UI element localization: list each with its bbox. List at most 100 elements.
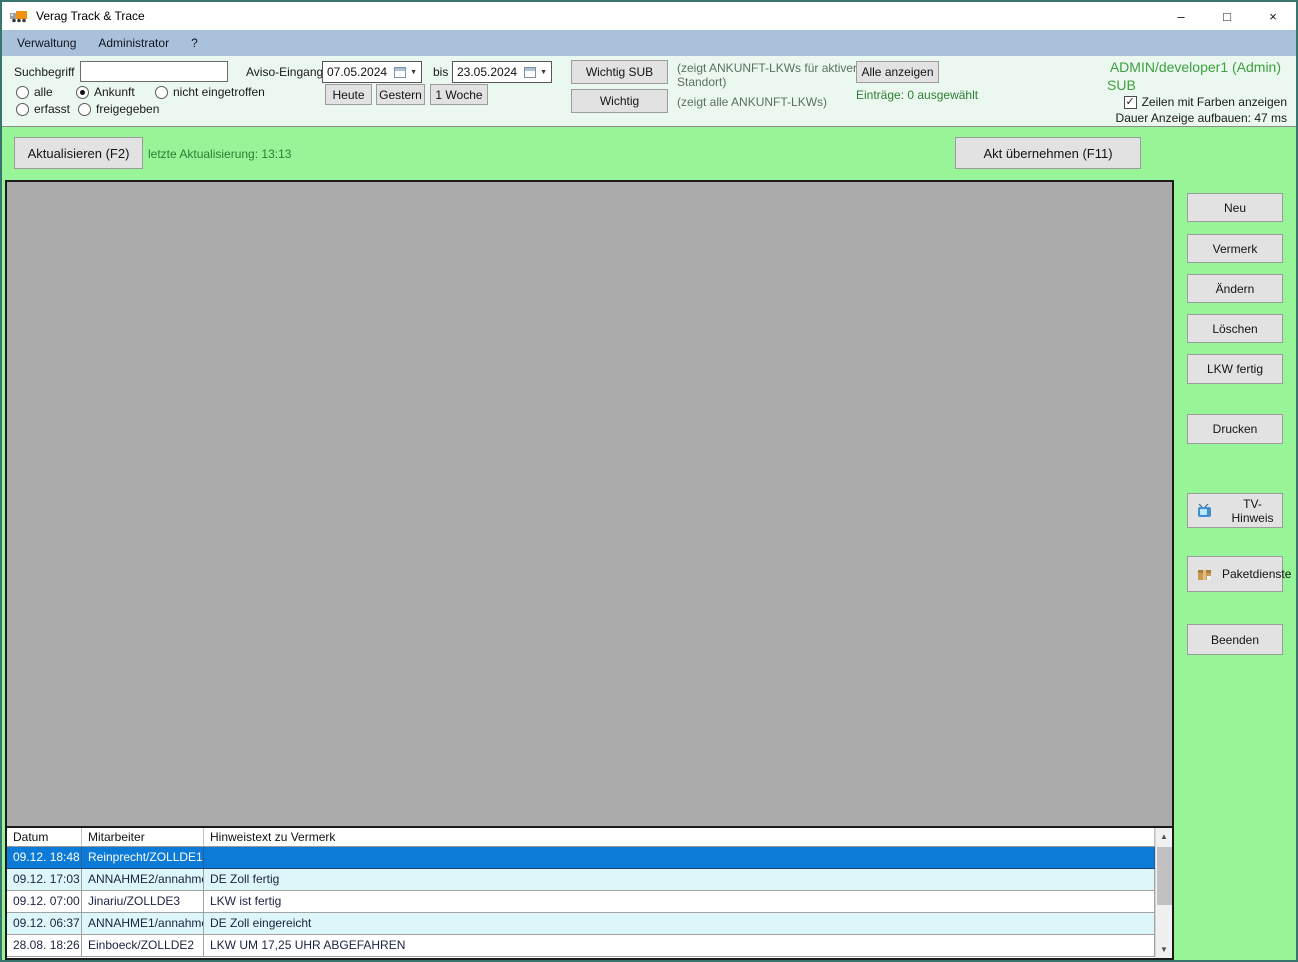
vermerk-table: Datum Mitarbeiter Hinweistext zu Vermerk… bbox=[7, 826, 1172, 958]
date-to-picker[interactable]: 23.05.2024 ▼ bbox=[452, 61, 552, 83]
window-title: Verag Track & Trace bbox=[36, 9, 145, 23]
bis-label: bis bbox=[433, 65, 449, 79]
tv-hinweis-button[interactable]: TV-Hinweis bbox=[1187, 493, 1283, 528]
menu-administrator[interactable]: Administrator bbox=[87, 32, 180, 54]
search-label: Suchbegriff bbox=[14, 65, 75, 79]
cell-mitarbeiter: ANNAHME1/annahme1 bbox=[82, 913, 204, 934]
cell-hinweis bbox=[204, 847, 1155, 868]
cell-datum: 09.12. 06:37 bbox=[7, 913, 82, 934]
cell-datum: 09.12. 18:48 bbox=[7, 847, 82, 868]
tv-hinweis-label: TV-Hinweis bbox=[1231, 496, 1274, 525]
lkw-list-area[interactable] bbox=[7, 182, 1172, 826]
beenden-button[interactable]: Beenden bbox=[1187, 624, 1283, 655]
cell-hinweis: DE Zoll fertig bbox=[204, 869, 1155, 890]
radio-circle[interactable] bbox=[16, 102, 29, 116]
date-to-value: 23.05.2024 bbox=[457, 65, 518, 79]
neu-button[interactable]: Neu bbox=[1187, 193, 1283, 222]
aktualisieren-button[interactable]: Aktualisieren (F2) bbox=[14, 137, 143, 169]
scrollbar-thumb[interactable] bbox=[1157, 847, 1172, 905]
lkw-fertig-button[interactable]: LKW fertig bbox=[1187, 354, 1283, 384]
table-row[interactable]: 09.12. 17:03 ANNAHME2/annahme2 DE Zoll fer… bbox=[7, 869, 1155, 891]
cell-mitarbeiter: Jinariu/ZOLLDE3 bbox=[82, 891, 204, 912]
aviso-label: Aviso-Eingang bbox=[246, 65, 324, 79]
cell-hinweis: LKW ist fertig bbox=[204, 891, 1155, 912]
radio-ankunft[interactable]: Ankunft bbox=[76, 85, 135, 99]
menu-verwaltung[interactable]: Verwaltung bbox=[6, 32, 87, 54]
cell-datum: 28.08. 18:26 bbox=[7, 935, 82, 956]
workspace: Datum Mitarbeiter Hinweistext zu Vermerk… bbox=[5, 180, 1174, 960]
alle-anzeigen-button[interactable]: Alle anzeigen bbox=[856, 61, 939, 83]
heute-button[interactable]: Heute bbox=[325, 84, 372, 105]
cell-datum: 09.12. 07:00 bbox=[7, 891, 82, 912]
package-icon bbox=[1197, 567, 1212, 581]
titlebar: Verag Track & Trace – □ × bbox=[2, 2, 1296, 30]
vermerk-button[interactable]: Vermerk bbox=[1187, 234, 1283, 263]
farben-checkbox-label: Zeilen mit Farben anzeigen bbox=[1141, 95, 1287, 109]
search-input[interactable] bbox=[80, 61, 228, 82]
radio-label: erfasst bbox=[34, 102, 71, 116]
scroll-down-icon[interactable]: ▼ bbox=[1156, 941, 1173, 958]
table-row[interactable]: 28.08. 18:26 Einboeck/ZOLLDE2 LKW UM 17,25… bbox=[7, 935, 1155, 957]
window-controls: – □ × bbox=[1158, 2, 1296, 30]
column-header-mitarbeiter[interactable]: Mitarbeiter bbox=[82, 828, 204, 846]
calendar-icon bbox=[394, 66, 407, 78]
column-header-hinweistext[interactable]: Hinweistext zu Vermerk bbox=[204, 828, 1155, 846]
filter-panel: Suchbegriff alle Ankunft nicht eingetrof… bbox=[2, 56, 1296, 126]
user-info-line2: SUB bbox=[1107, 77, 1136, 93]
action-bar: Aktualisieren (F2) letzte Aktualisierung… bbox=[2, 126, 1296, 180]
table-header: Datum Mitarbeiter Hinweistext zu Vermerk bbox=[7, 828, 1155, 847]
chevron-down-icon[interactable]: ▼ bbox=[540, 69, 547, 76]
close-button[interactable]: × bbox=[1250, 2, 1296, 30]
table-row[interactable]: 09.12. 06:37 ANNAHME1/annahme1 DE Zoll ein… bbox=[7, 913, 1155, 935]
cell-mitarbeiter: Einboeck/ZOLLDE2 bbox=[82, 935, 204, 956]
cell-hinweis: LKW UM 17,25 UHR ABGEFAHREN bbox=[204, 935, 1155, 956]
paketdienste-button[interactable]: Paketdienste bbox=[1187, 556, 1291, 592]
radio-label: freigegeben bbox=[96, 102, 160, 116]
maximize-button[interactable]: □ bbox=[1204, 2, 1250, 30]
radio-nicht-eingetroffen[interactable]: nicht eingetroffen bbox=[155, 85, 265, 99]
wichtig-hint: (zeigt alle ANKUNFT-LKWs) bbox=[677, 95, 828, 109]
radio-circle[interactable] bbox=[78, 102, 91, 116]
aendern-button[interactable]: Ändern bbox=[1187, 274, 1283, 303]
menubar: Verwaltung Administrator ? bbox=[2, 30, 1296, 56]
last-refresh-status: letzte Aktualisierung: 13:13 bbox=[148, 147, 292, 161]
radio-erfasst[interactable]: erfasst bbox=[16, 102, 70, 116]
chevron-down-icon[interactable]: ▼ bbox=[410, 69, 417, 76]
minimize-button[interactable]: – bbox=[1158, 2, 1204, 30]
table-row[interactable]: 09.12. 07:00 Jinariu/ZOLLDE3 LKW ist ferti… bbox=[7, 891, 1155, 913]
farben-checkbox-row[interactable]: Zeilen mit Farben anzeigen bbox=[1123, 95, 1287, 109]
truck-icon bbox=[10, 10, 28, 23]
dauer-status: Dauer Anzeige aufbauen: 47 ms bbox=[1115, 111, 1287, 125]
farben-checkbox[interactable] bbox=[1123, 95, 1137, 109]
date-from-value: 07.05.2024 bbox=[327, 65, 388, 79]
column-header-datum[interactable]: Datum bbox=[7, 828, 82, 846]
wichtig-sub-button[interactable]: Wichtig SUB bbox=[571, 60, 668, 84]
cell-datum: 09.12. 17:03 bbox=[7, 869, 82, 890]
wichtig-button[interactable]: Wichtig bbox=[571, 89, 668, 113]
radio-alle[interactable]: alle bbox=[16, 85, 53, 99]
radio-label: alle bbox=[34, 85, 53, 99]
vermerk-table-body: 09.12. 18:48 Reinprecht/ZOLLDE1 09.12. 17:… bbox=[7, 847, 1155, 957]
radio-circle[interactable] bbox=[16, 85, 29, 99]
cell-mitarbeiter: Reinprecht/ZOLLDE1 bbox=[82, 847, 204, 868]
eintraege-status: Einträge: 0 ausgewählt bbox=[856, 88, 979, 102]
tv-icon bbox=[1197, 503, 1213, 518]
loeschen-button[interactable]: Löschen bbox=[1187, 314, 1283, 343]
akt-uebernehmen-button[interactable]: Akt übernehmen (F11) bbox=[955, 137, 1141, 169]
menu-help[interactable]: ? bbox=[180, 32, 209, 54]
cell-hinweis: DE Zoll eingereicht bbox=[204, 913, 1155, 934]
radio-circle[interactable] bbox=[155, 85, 168, 99]
date-from-picker[interactable]: 07.05.2024 ▼ bbox=[322, 61, 422, 83]
radio-label: Ankunft bbox=[94, 85, 135, 99]
wichtig-sub-hint: (zeigt ANKUNFT-LKWs für aktiven Standort… bbox=[677, 61, 860, 89]
table-row[interactable]: 09.12. 18:48 Reinprecht/ZOLLDE1 bbox=[7, 847, 1155, 869]
radio-circle[interactable] bbox=[76, 85, 89, 99]
woche-button[interactable]: 1 Woche bbox=[430, 84, 488, 105]
table-scrollbar[interactable]: ▲ ▼ bbox=[1155, 828, 1172, 958]
radio-label: nicht eingetroffen bbox=[173, 85, 265, 99]
drucken-button[interactable]: Drucken bbox=[1187, 414, 1283, 444]
scroll-up-icon[interactable]: ▲ bbox=[1156, 828, 1173, 845]
radio-freigegeben[interactable]: freigegeben bbox=[78, 102, 159, 116]
gestern-button[interactable]: Gestern bbox=[376, 84, 425, 105]
calendar-icon bbox=[524, 66, 537, 78]
